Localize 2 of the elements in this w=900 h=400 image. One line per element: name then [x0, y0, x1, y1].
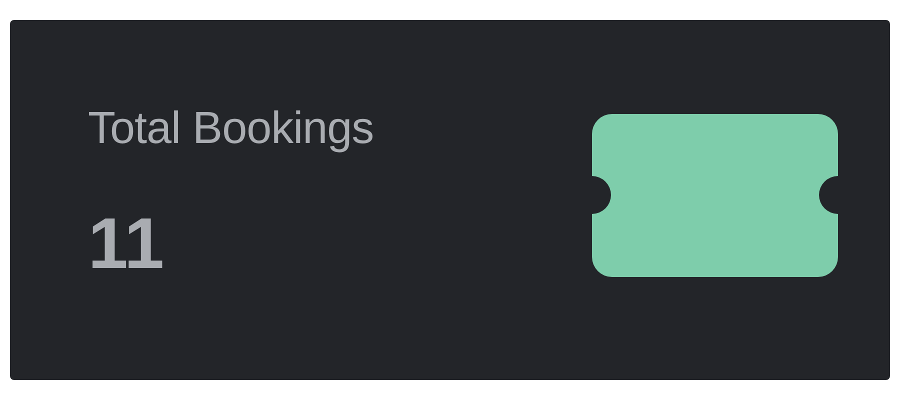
ticket-icon [592, 114, 838, 276]
card-value: 11 [88, 208, 166, 280]
